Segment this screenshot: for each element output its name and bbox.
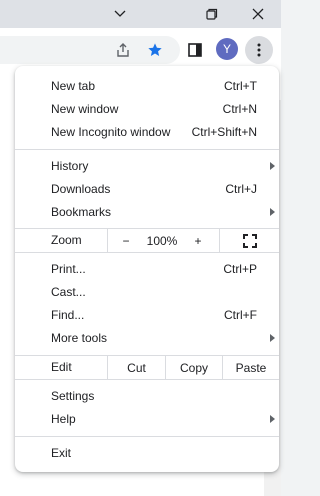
menu-item-label: Downloads [51,182,111,196]
close-icon [252,8,264,20]
edit-row: Edit Cut Copy Paste [15,355,279,380]
menu-item-shortcut: Ctrl+F [224,308,257,322]
divider [219,229,220,252]
zoom-row: Zoom − 100% + [15,228,279,253]
menu-button[interactable] [245,36,273,64]
side-panel-icon [188,43,202,57]
bookmark-star-button[interactable] [141,36,169,64]
menu-item-shortcut: Ctrl+T [224,79,257,93]
menu-item-settings[interactable]: Settings [15,385,279,408]
star-icon [148,43,162,56]
tab-search-button[interactable] [97,0,143,28]
copy-button[interactable]: Copy [166,356,222,379]
copy-label: Copy [179,360,208,375]
menu-item-new-incognito-window[interactable]: New Incognito window Ctrl+Shift+N [15,121,279,144]
title-bar [0,0,281,28]
submenu-arrow-icon [270,162,275,170]
menu-item-new-tab[interactable]: New tab Ctrl+T [15,75,279,98]
close-window-button[interactable] [235,0,281,28]
submenu-arrow-icon [270,334,275,342]
fullscreen-icon [243,233,257,248]
menu-item-help[interactable]: Help [15,408,279,431]
menu-separator [15,436,279,437]
menu-item-bookmarks[interactable]: Bookmarks [15,201,279,224]
menu-item-label: Exit [51,446,72,460]
share-icon [117,43,129,57]
menu-item-shortcut: Ctrl+J [225,182,257,196]
chevron-down-icon [114,10,126,17]
divider [107,229,108,252]
menu-item-label: Bookmarks [51,205,112,219]
menu-item-label: Cast... [51,285,86,299]
zoom-label: Zoom [51,233,82,247]
cut-button[interactable]: Cut [108,356,165,379]
zoom-level-value: 100% [146,233,178,248]
menu-item-label: New window [51,102,119,116]
cut-label: Cut [127,360,146,375]
zoom-out-button[interactable]: − [115,229,137,252]
side-panel-button[interactable] [181,36,209,64]
menu-item-label: New Incognito window [51,125,171,139]
menu-item-label: Help [51,412,76,426]
edit-label: Edit [51,360,72,374]
menu-item-history[interactable]: History [15,155,279,178]
menu-item-find[interactable]: Find... Ctrl+F [15,304,279,327]
browser-menu: New tab Ctrl+T New window Ctrl+N New Inc… [15,66,279,472]
menu-item-label: Find... [51,308,85,322]
menu-item-shortcut: Ctrl+P [223,262,257,276]
menu-item-more-tools[interactable]: More tools [15,327,279,350]
more-vert-icon [257,43,261,57]
zoom-in-button[interactable]: + [187,229,209,252]
submenu-arrow-icon [270,415,275,423]
paste-button[interactable]: Paste [223,356,279,379]
menu-item-new-window[interactable]: New window Ctrl+N [15,98,279,121]
zoom-level: 100% [141,229,183,252]
menu-item-downloads[interactable]: Downloads Ctrl+J [15,178,279,201]
menu-item-label: Settings [51,389,95,403]
zoom-in-glyph: + [194,233,202,248]
menu-item-cast[interactable]: Cast... [15,281,279,304]
restore-button[interactable] [189,0,235,28]
menu-item-shortcut: Ctrl+N [222,102,257,116]
restore-icon [206,8,218,20]
share-button[interactable] [109,36,137,64]
menu-item-label: New tab [51,79,96,93]
paste-label: Paste [235,360,267,375]
menu-item-exit[interactable]: Exit [15,442,279,465]
zoom-out-glyph: − [122,233,130,248]
menu-item-shortcut: Ctrl+Shift+N [191,125,257,139]
menu-item-label: More tools [51,331,108,345]
menu-separator [15,149,279,150]
menu-item-label: Print... [51,262,86,276]
submenu-arrow-icon [270,208,275,216]
profile-avatar[interactable]: Y [216,38,238,60]
menu-item-label: History [51,159,89,173]
fullscreen-button[interactable] [239,229,261,252]
menu-item-print[interactable]: Print... Ctrl+P [15,258,279,281]
